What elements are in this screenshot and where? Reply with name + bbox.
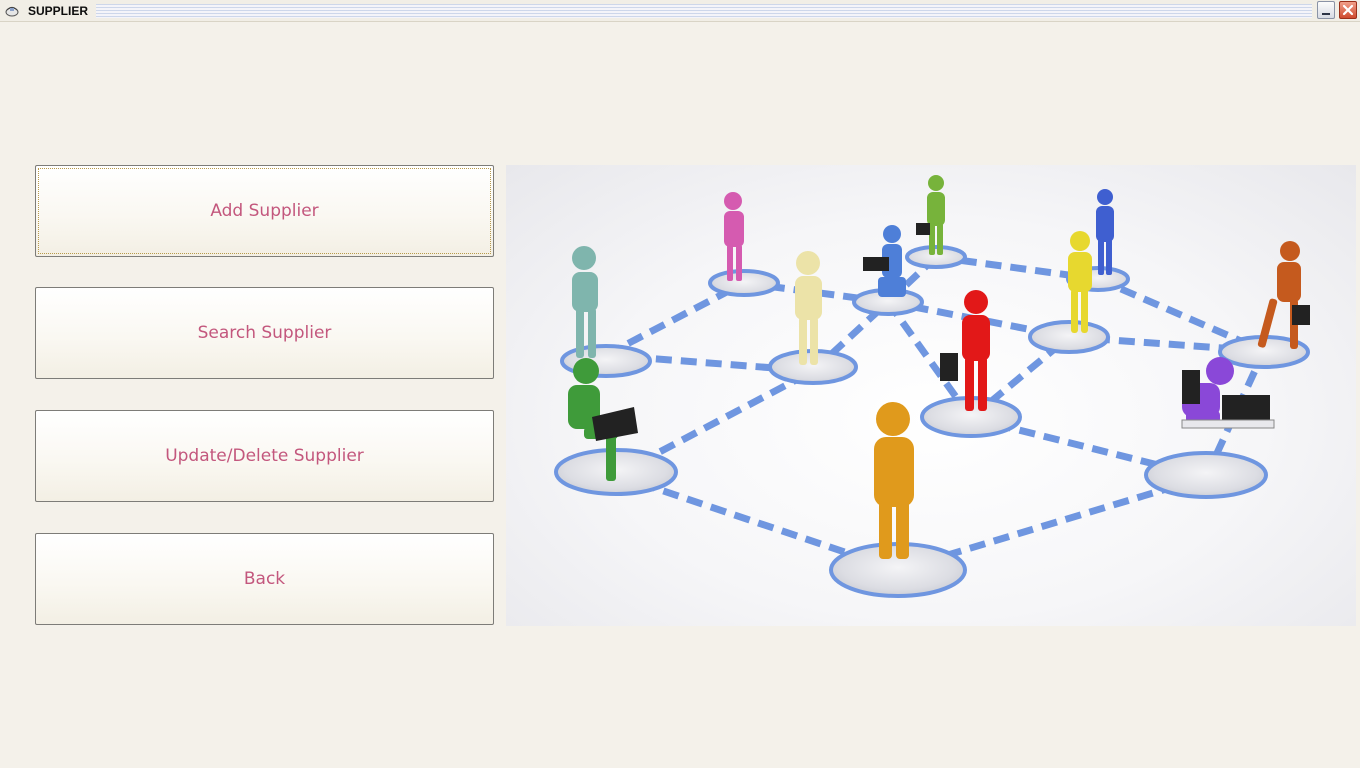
back-button[interactable]: Back <box>35 533 494 625</box>
close-button[interactable] <box>1339 1 1357 19</box>
title-bar-stripes <box>96 4 1312 18</box>
back-label: Back <box>243 569 286 589</box>
people-network-illustration <box>506 165 1356 626</box>
network-graphic <box>554 175 1310 598</box>
minimize-icon <box>1322 13 1330 15</box>
title-bar: SUPPLIER <box>0 0 1360 22</box>
network-people <box>568 175 1310 559</box>
search-supplier-button[interactable]: Search Supplier <box>35 287 494 379</box>
search-supplier-label: Search Supplier <box>197 323 332 343</box>
add-supplier-label: Add Supplier <box>210 201 319 221</box>
close-icon <box>1342 4 1354 16</box>
minimize-button[interactable] <box>1317 1 1335 19</box>
window-title: SUPPLIER <box>28 4 95 18</box>
add-supplier-button[interactable]: Add Supplier <box>35 165 494 257</box>
update-delete-supplier-label: Update/Delete Supplier <box>165 446 364 466</box>
app-icon <box>5 6 19 17</box>
update-delete-supplier-button[interactable]: Update/Delete Supplier <box>35 410 494 502</box>
